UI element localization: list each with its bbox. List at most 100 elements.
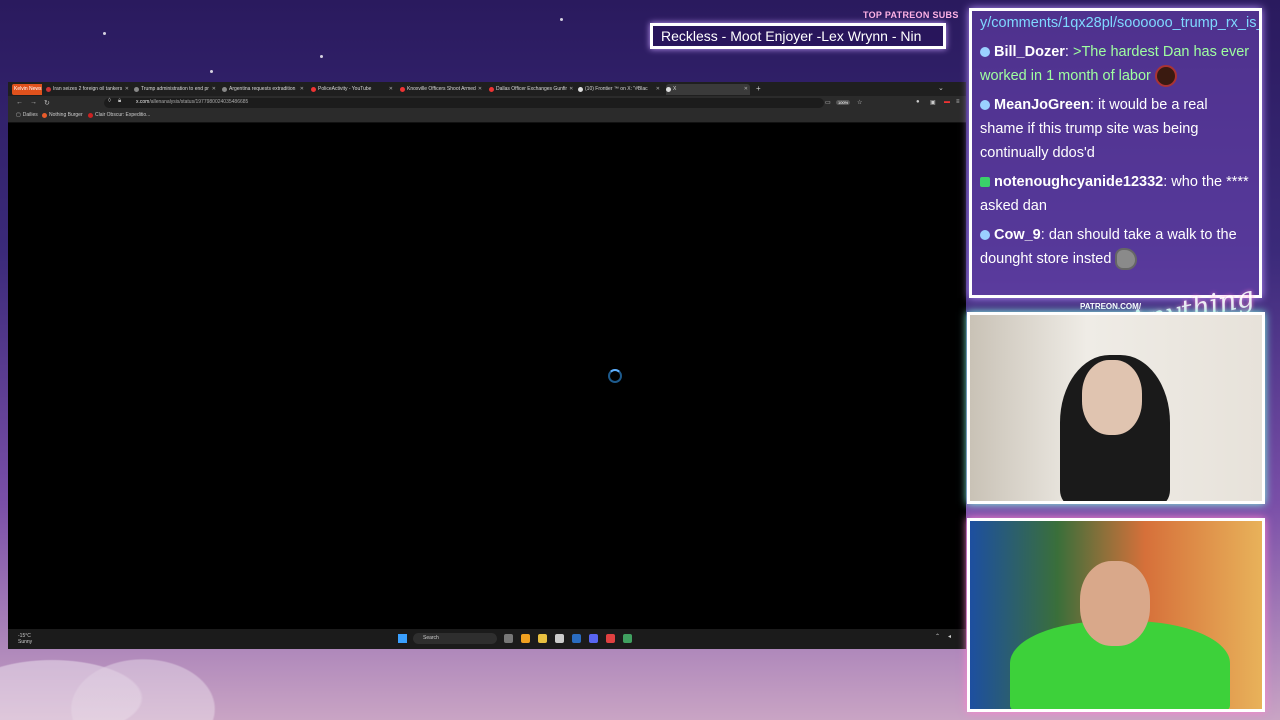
tab-label: PoliceActivity - YouTube <box>318 86 372 92</box>
tab-x-active[interactable]: X ✕ <box>666 84 750 95</box>
tab-news-3[interactable]: Argentina requests extradition ✕ <box>222 84 306 95</box>
new-tab-button[interactable]: + <box>756 84 761 93</box>
bookmark-dailies[interactable]: ▢ Dailies <box>16 112 38 118</box>
close-tab-icon[interactable]: ✕ <box>300 84 306 95</box>
obs-icon[interactable] <box>606 634 615 643</box>
app-icon[interactable] <box>555 634 564 643</box>
url-path: /allenanalysis/status/197798002403548668… <box>149 99 249 105</box>
firefox-icon[interactable] <box>521 634 530 643</box>
tray-chevron-icon[interactable]: ⌃ <box>935 633 940 640</box>
file-explorer-icon[interactable] <box>538 634 547 643</box>
tab-youtube-2[interactable]: Knoxville Officers Shoot Armed ✕ <box>400 84 484 95</box>
chat-username: Cow_9 <box>994 227 1041 243</box>
close-tab-icon[interactable]: ✕ <box>744 84 750 95</box>
game-icon <box>88 112 93 118</box>
bookmark-clair-obscur[interactable]: Clair Obscur: Expeditio... <box>88 112 150 118</box>
chat-message: MeanJoGreen: it would be a real shame if… <box>980 97 1208 161</box>
bookmark-label: Dailies <box>22 112 38 118</box>
chrome-icon[interactable] <box>623 634 632 643</box>
chat-username: Bill_Dozer <box>994 44 1065 60</box>
patreon-subs-ticker: Reckless - Moot Enjoyer -Lex Wrynn - Nin <box>650 23 946 49</box>
tab-label: (10) Frontier ™ on X: "#Blac <box>585 86 648 92</box>
tab-x-1[interactable]: (10) Frontier ™ on X: "#Blac ✕ <box>578 84 662 95</box>
extension-icon[interactable]: ● <box>916 99 920 105</box>
subscriber-badge-icon <box>980 100 990 111</box>
youtube-icon <box>489 87 494 92</box>
close-tab-icon[interactable]: ✕ <box>212 84 218 95</box>
subscriber-badge-icon <box>980 47 990 58</box>
bookmarks-bar: ▢ Dailies Nothing Burger Clair Obscur: E… <box>8 110 966 123</box>
favicon-icon <box>222 87 227 92</box>
tab-kelvin-news[interactable]: Kelvin News <box>12 84 42 95</box>
save-icon[interactable]: ▣ <box>930 99 936 106</box>
chat-username: MeanJoGreen <box>994 97 1090 113</box>
youtube-icon <box>311 87 316 92</box>
bookmark-nothing-burger[interactable]: Nothing Burger <box>42 112 83 118</box>
tab-label: Dallas Officer Exchanges Gunfir <box>496 86 568 92</box>
kick-badge-icon <box>980 177 990 188</box>
weather-desc: Sunny <box>18 639 33 645</box>
favicon-icon <box>46 87 51 92</box>
address-bar: ← → ↻ ◊ 🔒︎ x.com/allenanalysis/status/19… <box>8 96 966 110</box>
bookmark-label: Nothing Burger <box>49 112 83 118</box>
menu-icon[interactable]: ≡ <box>956 99 960 105</box>
steam-icon[interactable] <box>572 634 581 643</box>
tab-youtube-3[interactable]: Dallas Officer Exchanges Gunfir ✕ <box>489 84 573 95</box>
url-host: x.com <box>136 99 150 105</box>
star-decoration <box>103 32 106 35</box>
taskbar: -15°C Sunny Search ⌃ ◂ <box>8 629 966 649</box>
patreon-subs-label: TOP PATREON SUBS <box>863 10 959 20</box>
youtube-icon <box>400 87 405 92</box>
close-tab-icon[interactable]: ✕ <box>389 84 395 95</box>
chat-username: notenoughcyanide12332 <box>994 174 1164 190</box>
tab-list-chevron-icon[interactable]: ⌄ <box>938 84 944 92</box>
close-tab-icon[interactable]: ✕ <box>478 84 484 95</box>
loading-spinner-icon <box>608 369 622 383</box>
shield-icon[interactable]: ◊ <box>108 98 111 104</box>
x-icon <box>578 87 583 92</box>
bookmark-label: Clair Obscur: Expeditio... <box>95 112 151 118</box>
star-decoration <box>560 18 563 21</box>
tab-news-1[interactable]: Iran seizes 2 foreign oil tankers ✕ <box>46 84 131 95</box>
emote-icon <box>1154 65 1177 88</box>
windows-start-icon[interactable] <box>398 634 407 643</box>
burger-icon <box>42 112 47 118</box>
reload-button[interactable]: ↻ <box>44 99 50 107</box>
url-field[interactable]: ◊ 🔒︎ x.com/allenanalysis/status/19779800… <box>104 98 824 108</box>
close-tab-icon[interactable]: ✕ <box>125 84 131 95</box>
favicon-icon <box>134 87 139 92</box>
x-icon <box>666 87 671 92</box>
tab-label: X <box>673 86 677 92</box>
webcam-host-2 <box>967 518 1265 712</box>
tab-label: Kelvin News <box>12 84 42 95</box>
chat-message: notenoughcyanide12332: who the **** aske… <box>980 174 1249 214</box>
volume-icon[interactable]: ◂ <box>948 633 951 640</box>
chat-message: Cow_9: dan should take a walk to the dou… <box>980 223 1251 271</box>
close-tab-icon[interactable]: ✕ <box>569 84 573 95</box>
tab-label: Argentina requests extradition <box>229 86 296 92</box>
tab-label: Knoxville Officers Shoot Armed <box>407 86 476 92</box>
star-decoration <box>210 70 213 73</box>
tab-label: Trump administration to end pr <box>141 86 209 92</box>
weather-widget[interactable]: -15°C Sunny <box>18 633 32 645</box>
bookmark-star-icon[interactable]: ☆ <box>857 99 862 106</box>
reader-view-icon[interactable]: ▭ <box>825 99 831 106</box>
discord-icon[interactable] <box>589 634 598 643</box>
forward-button[interactable]: → <box>30 99 37 106</box>
taskbar-search[interactable]: Search <box>413 633 497 644</box>
host-face <box>1082 360 1142 435</box>
url-text: x.com/allenanalysis/status/1977980024035… <box>136 99 248 105</box>
host-face <box>1080 561 1150 646</box>
tab-youtube[interactable]: PoliceActivity - YouTube ✕ <box>311 84 395 95</box>
task-view-icon[interactable] <box>504 634 513 643</box>
tab-news-2[interactable]: Trump administration to end pr ✕ <box>134 84 218 95</box>
tab-bar: Kelvin News Iran seizes 2 foreign oil ta… <box>8 82 966 96</box>
extension-red-icon[interactable]: ▬ <box>944 99 950 105</box>
back-button[interactable]: ← <box>16 99 23 106</box>
zoom-level[interactable]: 100% <box>836 100 851 105</box>
lock-icon: 🔒︎ <box>118 98 122 104</box>
close-tab-icon[interactable]: ✕ <box>656 84 662 95</box>
browser-window: Kelvin News Iran seizes 2 foreign oil ta… <box>8 82 966 649</box>
chat-message: y/comments/1qx28pl/soooooo_trump_rx_is_l… <box>980 11 1259 35</box>
chat-message-text: y/comments/1qx28pl/soooooo_trump_rx_is_l… <box>980 15 1259 31</box>
